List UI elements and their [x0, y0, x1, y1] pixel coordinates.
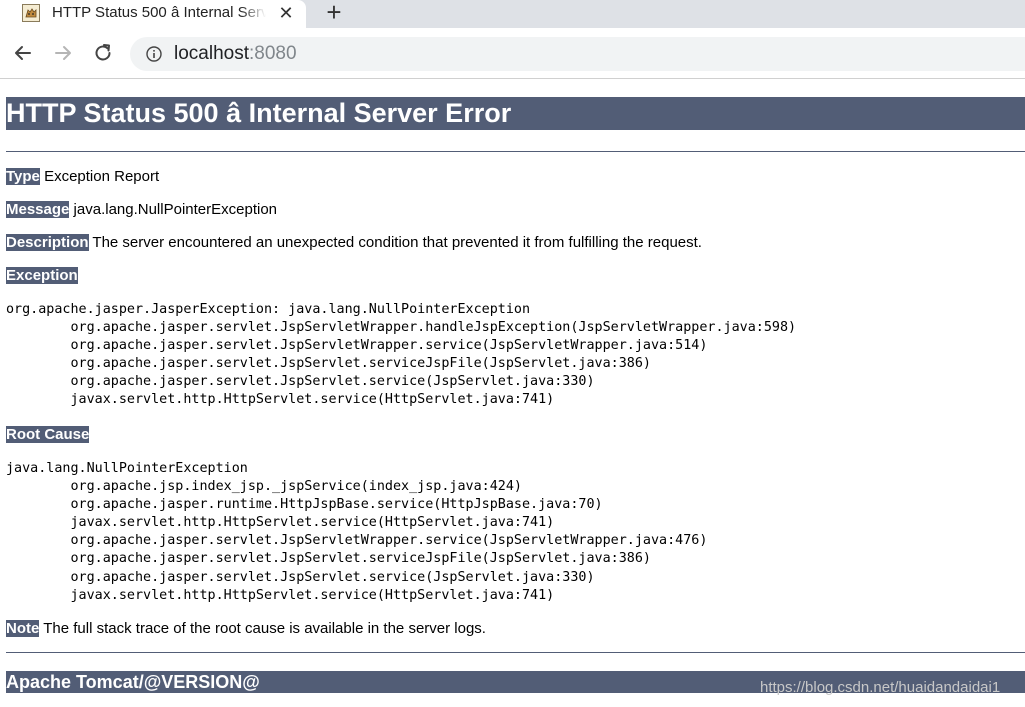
tomcat-icon: [22, 4, 40, 22]
message-value: java.lang.NullPointerException: [73, 201, 277, 218]
forward-arrow-icon[interactable]: [52, 42, 74, 64]
exception-row: Exception: [6, 266, 78, 286]
url-port: :8080: [249, 43, 297, 64]
divider: [6, 151, 1025, 152]
description-label: Description: [6, 234, 89, 251]
description-row: Description The server encountered an un…: [6, 233, 702, 253]
url-host: localhost: [174, 43, 249, 64]
browser-toolbar: localhost:8080: [0, 28, 1025, 79]
type-row: Type Exception Report: [6, 167, 159, 187]
exception-label: Exception: [6, 267, 78, 284]
note-label: Note: [6, 620, 40, 637]
type-value: Exception Report: [44, 168, 160, 185]
description-value: The server encountered an unexpected con…: [92, 234, 702, 251]
root-cause-stack-trace: java.lang.NullPointerException org.apach…: [6, 461, 708, 603]
root-cause-label: Root Cause: [6, 426, 90, 443]
note-row: Note The full stack trace of the root ca…: [6, 619, 486, 639]
divider: [6, 652, 1025, 653]
tab-title: HTTP Status 500 â Internal Server Error: [52, 4, 266, 21]
tab-strip: HTTP Status 500 â Internal Server Error …: [0, 0, 1025, 28]
root-cause-row: Root Cause: [6, 425, 90, 445]
close-icon[interactable]: ✕: [276, 3, 296, 23]
back-arrow-icon[interactable]: [12, 42, 34, 64]
note-value: The full stack trace of the root cause i…: [43, 620, 486, 637]
watermark: https://blog.csdn.net/huaidandaidai1: [760, 679, 1001, 696]
address-bar[interactable]: localhost:8080: [130, 37, 1025, 71]
page-title: HTTP Status 500 â Internal Server Error: [6, 97, 1025, 130]
page-content: HTTP Status 500 â Internal Server Error …: [6, 79, 1025, 707]
url-text[interactable]: localhost:8080: [174, 43, 297, 65]
new-tab-button[interactable]: +: [322, 0, 346, 25]
browser-tab[interactable]: HTTP Status 500 â Internal Server Error …: [0, 0, 306, 28]
reload-icon[interactable]: [92, 42, 114, 64]
exception-stack-trace: org.apache.jasper.JasperException: java.…: [6, 302, 797, 408]
message-label: Message: [6, 201, 70, 218]
info-icon[interactable]: [146, 46, 162, 62]
type-label: Type: [6, 168, 40, 185]
message-row: Message java.lang.NullPointerException: [6, 200, 277, 220]
